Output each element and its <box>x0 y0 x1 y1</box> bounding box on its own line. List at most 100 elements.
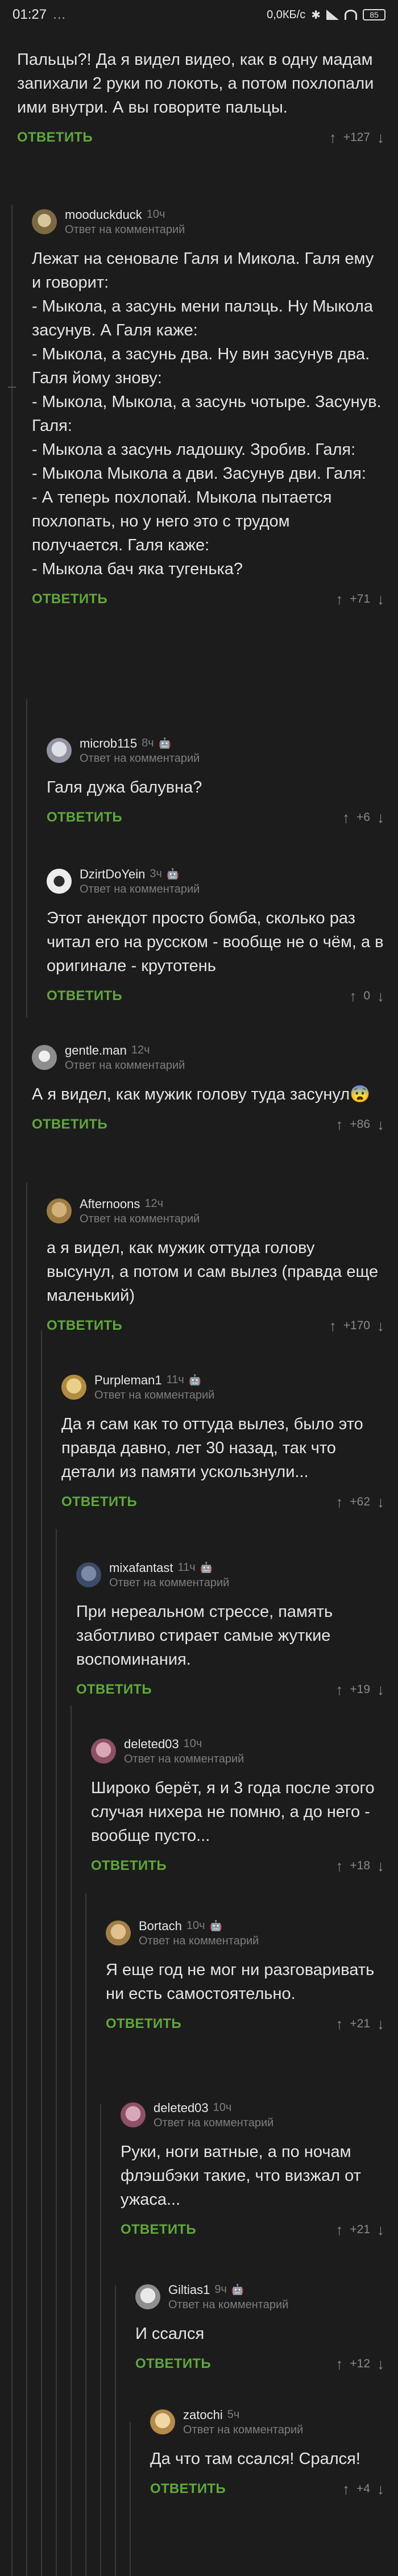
thread-line <box>26 699 27 1018</box>
arrow-up-icon[interactable]: ↑ <box>335 1494 343 1511</box>
avatar[interactable] <box>106 1920 131 1946</box>
arrow-down-icon[interactable]: ↓ <box>377 1317 384 1335</box>
username[interactable]: deleted03 <box>154 2101 209 2115</box>
username[interactable]: mooduckduck <box>65 208 142 222</box>
avatar[interactable] <box>135 2284 160 2309</box>
reply-to-link[interactable]: Ответ на комментарий <box>80 883 200 896</box>
username[interactable]: Giltias1 <box>168 2283 210 2297</box>
comment-text: Я еще год не мог ни разговаривать ни ест… <box>106 1961 375 2003</box>
thread-line <box>11 205 13 2576</box>
username[interactable]: deleted03 <box>124 1737 179 1752</box>
username-row: Afternoons 12ч <box>80 1197 200 1212</box>
arrow-up-icon[interactable]: ↑ <box>329 129 337 147</box>
reply-button[interactable]: ОТВЕТИТЬ <box>150 2481 226 2497</box>
comment-meta: Afternoons 12ч Ответ на комментарий <box>80 1197 200 1226</box>
arrow-up-icon[interactable]: ↑ <box>342 809 350 827</box>
arrow-down-icon[interactable]: ↓ <box>377 1494 384 1511</box>
reply-to-link[interactable]: Ответ на комментарий <box>183 2424 303 2437</box>
arrow-up-icon[interactable]: ↑ <box>329 1317 337 1335</box>
comment-header: zatochi 5ч Ответ на комментарий <box>150 2405 398 2439</box>
arrow-up-icon[interactable]: ↑ <box>335 1116 343 1134</box>
comment-header: mooduckduck 10ч Ответ на комментарий <box>32 205 398 239</box>
arrow-up-icon[interactable]: ↑ <box>335 1857 343 1875</box>
reply-button[interactable]: ОТВЕТИТЬ <box>47 988 122 1004</box>
username[interactable]: gentle.man <box>65 1043 127 1058</box>
reply-button[interactable]: ОТВЕТИТЬ <box>47 1318 122 1334</box>
arrow-down-icon[interactable]: ↓ <box>377 988 384 1005</box>
arrow-down-icon[interactable]: ↓ <box>377 2015 384 2033</box>
reply-to-link[interactable]: Ответ на комментарий <box>65 223 185 237</box>
reply-button[interactable]: ОТВЕТИТЬ <box>135 2356 211 2372</box>
status-time: 01:27 <box>13 7 47 22</box>
arrow-up-icon[interactable]: ↑ <box>342 2480 350 2498</box>
arrow-down-icon[interactable]: ↓ <box>377 2221 384 2239</box>
username[interactable]: Bortach <box>139 1919 182 1934</box>
avatar[interactable] <box>47 1198 72 1223</box>
reply-to-link[interactable]: Ответ на комментарий <box>65 1059 185 1072</box>
arrow-up-icon[interactable]: ↑ <box>335 2221 343 2239</box>
timestamp: 12ч <box>131 1044 150 1056</box>
username[interactable]: DzirtDoYein <box>80 867 145 882</box>
comment-text: Этот анекдот просто бомба, сколько раз ч… <box>47 909 384 975</box>
avatar[interactable] <box>121 2102 146 2127</box>
rating: ↑ +18 ↓ <box>335 1857 384 1875</box>
arrow-down-icon[interactable]: ↓ <box>377 1681 384 1699</box>
thread-line <box>115 2285 116 2576</box>
username[interactable]: zatochi <box>183 2408 223 2422</box>
collapse-toggle-icon[interactable] <box>8 387 16 388</box>
username[interactable]: mixafantast <box>109 1561 173 1575</box>
comment-text: Да я сам как то оттуда вылез, было это п… <box>61 1415 363 1481</box>
avatar[interactable] <box>61 1375 86 1400</box>
arrow-down-icon[interactable]: ↓ <box>377 2480 384 2498</box>
arrow-up-icon[interactable]: ↑ <box>335 591 343 608</box>
reply-button[interactable]: ОТВЕТИТЬ <box>47 810 122 826</box>
reply-button[interactable]: ОТВЕТИТЬ <box>32 1117 107 1133</box>
arrow-down-icon[interactable]: ↓ <box>377 2355 384 2373</box>
reply-to-link[interactable]: Ответ на комментарий <box>94 1389 214 1402</box>
arrow-down-icon[interactable]: ↓ <box>377 129 384 147</box>
arrow-down-icon[interactable]: ↓ <box>377 1116 384 1134</box>
reply-to-link[interactable]: Ответ на комментарий <box>109 1577 229 1590</box>
reply-to-link[interactable]: Ответ на комментарий <box>124 1753 244 1766</box>
reply-button[interactable]: ОТВЕТИТЬ <box>61 1494 137 1510</box>
username[interactable]: microb115 <box>80 736 137 751</box>
timestamp: 3ч <box>150 868 162 880</box>
reply-button[interactable]: ОТВЕТИТЬ <box>121 2222 196 2238</box>
comment-header: Giltias1 9ч 🤖 Ответ на комментарий <box>135 2280 398 2314</box>
comment-text: Руки, ноги ватные, а по ночам флэшбэки т… <box>121 2143 361 2209</box>
avatar[interactable] <box>150 2409 175 2434</box>
signal-icon <box>326 10 339 20</box>
comment-meta: microb115 8ч 🤖 Ответ на комментарий <box>80 736 200 765</box>
arrow-up-icon[interactable]: ↑ <box>335 2355 343 2373</box>
reply-to-link[interactable]: Ответ на комментарий <box>80 752 200 765</box>
arrow-down-icon[interactable]: ↓ <box>377 1857 384 1875</box>
comment-meta: mooduckduck 10ч Ответ на комментарий <box>65 208 185 237</box>
username-row: Giltias1 9ч 🤖 <box>168 2283 288 2297</box>
username[interactable]: Afternoons <box>80 1197 140 1212</box>
reply-to-link[interactable]: Ответ на комментарий <box>154 2117 273 2130</box>
status-bar: 01:27 … 0,0КБ/с ✱ 85 <box>0 0 398 30</box>
reply-button[interactable]: ОТВЕТИТЬ <box>76 1682 152 1698</box>
username[interactable]: Purpleman1 <box>94 1373 162 1388</box>
arrow-down-icon[interactable]: ↓ <box>377 591 384 608</box>
arrow-up-icon[interactable]: ↑ <box>335 1681 343 1699</box>
reply-to-link[interactable]: Ответ на комментарий <box>168 2299 288 2312</box>
arrow-up-icon[interactable]: ↑ <box>349 988 356 1005</box>
avatar[interactable] <box>47 869 72 894</box>
arrow-down-icon[interactable]: ↓ <box>377 809 384 827</box>
avatar[interactable] <box>76 1562 101 1587</box>
avatar[interactable] <box>32 209 57 234</box>
reply-to-link[interactable]: Ответ на комментарий <box>80 1213 200 1226</box>
reply-button[interactable]: ОТВЕТИТЬ <box>17 130 93 146</box>
timestamp: 5ч <box>227 2408 240 2421</box>
reply-to-link[interactable]: Ответ на комментарий <box>139 1935 259 1948</box>
reply-button[interactable]: ОТВЕТИТЬ <box>106 2016 181 2032</box>
avatar[interactable] <box>47 738 72 763</box>
avatar[interactable] <box>91 1739 116 1764</box>
reply-button[interactable]: ОТВЕТИТЬ <box>32 591 107 607</box>
reply-button[interactable]: ОТВЕТИТЬ <box>91 1858 167 1874</box>
arrow-up-icon[interactable]: ↑ <box>335 2015 343 2033</box>
avatar[interactable] <box>32 1045 57 1070</box>
comment-meta: Giltias1 9ч 🤖 Ответ на комментарий <box>168 2283 288 2312</box>
score: +12 <box>350 2357 370 2370</box>
